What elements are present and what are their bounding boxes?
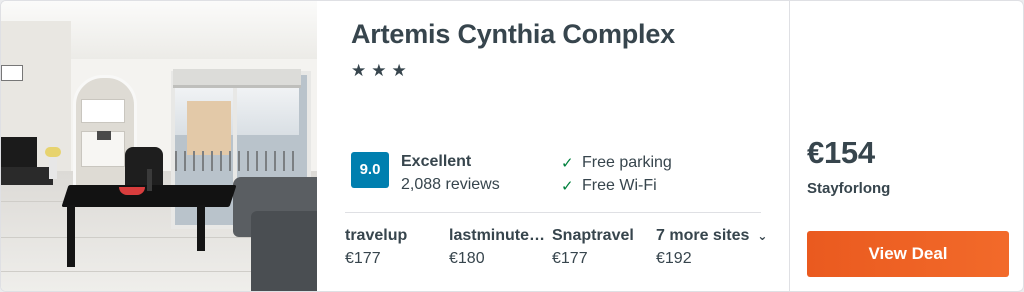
- rating-score-badge[interactable]: 9.0: [351, 152, 389, 188]
- more-sites-dropdown[interactable]: 7 more sites ⌄ €192: [656, 227, 781, 268]
- site-name: lastminute.com: [449, 227, 547, 244]
- photo-table-leg: [67, 205, 75, 267]
- amenity-free-wifi: ✓ Free Wi-Fi: [561, 177, 657, 195]
- hotel-name[interactable]: Artemis Cynthia Complex: [351, 19, 675, 50]
- review-count[interactable]: 2,088 reviews: [401, 176, 500, 194]
- site-offer-travelup[interactable]: travelup €177: [345, 227, 443, 268]
- star-icon: ★: [351, 61, 367, 81]
- site-offer-snaptravel[interactable]: Snaptravel €177: [552, 227, 650, 268]
- star-rating: ★ ★ ★: [351, 61, 407, 81]
- deal-divider: [789, 1, 790, 291]
- photo-building: [187, 101, 231, 155]
- photo-table-leg: [197, 205, 205, 251]
- site-price: €180: [449, 250, 485, 267]
- photo-tv: [1, 137, 37, 167]
- more-sites-price: €192: [656, 250, 692, 267]
- deal-price[interactable]: €154: [807, 135, 875, 171]
- star-icon: ★: [391, 61, 407, 81]
- star-icon: ★: [371, 61, 387, 81]
- photo-fruit-bowl: [119, 187, 145, 195]
- site-name: travelup: [345, 227, 408, 244]
- site-price: €177: [345, 250, 381, 267]
- check-icon: ✓: [561, 177, 574, 195]
- site-offer-lastminute[interactable]: lastminute.com €180: [449, 227, 547, 268]
- photo-wall-frame: [1, 65, 23, 81]
- amenity-label: Free Wi-Fi: [582, 177, 657, 194]
- rating-label[interactable]: Excellent: [401, 153, 471, 171]
- amenity-free-parking: ✓ Free parking: [561, 154, 672, 172]
- photo-sofa-seat: [251, 211, 317, 291]
- view-deal-button[interactable]: View Deal: [807, 231, 1009, 277]
- photo-flowers: [45, 147, 61, 157]
- photo-microwave: [97, 131, 111, 140]
- section-divider: [345, 212, 761, 213]
- photo-tv-stand: [1, 167, 53, 185]
- photo-kitchen-cabinet: [81, 99, 125, 123]
- check-icon: ✓: [561, 154, 574, 172]
- deal-provider: Stayforlong: [807, 180, 891, 197]
- photo-balcony-rail: [175, 151, 299, 171]
- hotel-photo[interactable]: [1, 1, 317, 291]
- amenity-label: Free parking: [582, 154, 672, 171]
- more-sites-label: 7 more sites: [656, 227, 750, 244]
- photo-blind: [173, 69, 301, 88]
- site-price: €177: [552, 250, 588, 267]
- hotel-result-card[interactable]: Artemis Cynthia Complex ★ ★ ★ 9.0 Excell…: [0, 0, 1024, 292]
- chevron-down-icon: ⌄: [757, 229, 768, 243]
- photo-bottle: [147, 169, 152, 191]
- site-name: Snaptravel: [552, 227, 634, 244]
